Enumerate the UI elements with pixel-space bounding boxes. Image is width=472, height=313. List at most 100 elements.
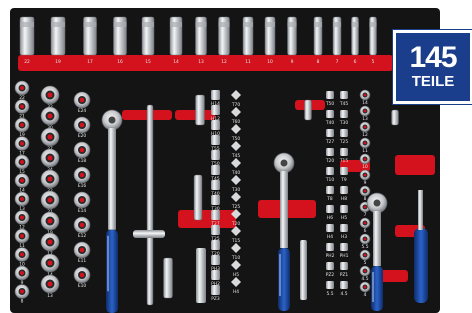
bit-size: PZ2 — [326, 272, 335, 278]
socket-marker — [20, 86, 24, 90]
bit-size: H5 — [341, 215, 347, 221]
holder — [175, 110, 215, 120]
socket-marker — [363, 237, 367, 241]
bit-size: T9 — [340, 177, 347, 183]
socket-size: E10 — [78, 283, 87, 289]
socket-marker — [47, 281, 53, 287]
deep-socket-ring — [287, 22, 297, 27]
bit-size: PZ1 — [340, 272, 349, 278]
small-socket-size: 5 — [364, 260, 367, 266]
deep-socket-size: 9 — [291, 59, 294, 65]
socket-size: 8 — [21, 299, 24, 305]
deep-socket-ring — [243, 22, 253, 27]
holder — [178, 210, 236, 228]
bit — [211, 240, 220, 250]
small-socket-size: 13 — [362, 116, 368, 122]
extension-bar — [193, 174, 203, 221]
socket-size: E11 — [78, 258, 87, 264]
socket-marker — [20, 197, 24, 201]
bit-size: T10 — [325, 177, 334, 183]
small-socket-size: 5.5 — [362, 244, 369, 250]
deep-socket-size: 7 — [336, 59, 339, 65]
bit — [326, 91, 334, 99]
ratchet-drive — [280, 159, 288, 167]
bit — [340, 167, 348, 175]
bit-size: H4 — [327, 234, 333, 240]
socket-marker — [363, 125, 367, 129]
socket-marker — [79, 197, 85, 203]
socket-marker — [79, 247, 85, 253]
bit-size: T45 — [231, 153, 240, 159]
bit — [326, 262, 334, 270]
socket-marker — [363, 221, 367, 225]
deep-socket-ring — [113, 22, 127, 27]
socket-marker — [363, 253, 367, 257]
extension-bar — [146, 104, 154, 306]
socket-marker — [363, 93, 367, 97]
socket-marker — [363, 189, 367, 193]
socket-marker — [20, 289, 24, 294]
bit — [326, 110, 334, 118]
bit-size: T40 — [231, 170, 240, 176]
bit — [340, 129, 348, 137]
screwdriver-shaft — [418, 190, 423, 230]
holder — [395, 155, 435, 175]
ratchet-drive — [373, 199, 381, 207]
deep-socket-ring — [218, 22, 230, 27]
bit — [340, 243, 348, 251]
bit-size: T50 — [325, 101, 334, 107]
bit — [340, 186, 348, 194]
piece-unit: TEILE — [411, 73, 455, 90]
bit — [211, 150, 220, 160]
bit-size: H3 — [341, 234, 347, 240]
bit — [326, 205, 334, 213]
bit-size: T70 — [231, 102, 240, 108]
bit-size: T30 — [339, 120, 348, 126]
handle-highlight — [372, 272, 374, 302]
extension-bar — [163, 257, 173, 299]
small-socket-size: 7 — [364, 212, 367, 218]
deep-socket-ring — [265, 22, 275, 27]
bit-size: T25 — [231, 204, 240, 210]
small-socket-size: 8 — [364, 196, 367, 202]
bit-size: PH1 — [340, 253, 349, 259]
socket-marker — [47, 155, 53, 161]
bit — [326, 148, 334, 156]
socket-marker — [47, 113, 53, 119]
socket-marker — [20, 234, 24, 238]
bit — [211, 165, 220, 175]
bit — [340, 91, 348, 99]
bit — [326, 167, 334, 175]
deep-socket-size: 13 — [198, 59, 204, 65]
bit-size: 5.5 — [327, 291, 334, 297]
socket-marker — [20, 141, 24, 146]
deep-socket-ring — [20, 22, 34, 27]
socket-marker — [363, 173, 367, 177]
deep-socket-ring — [170, 22, 182, 27]
bit — [211, 120, 220, 130]
socket-marker — [363, 269, 367, 273]
deep-socket-size: 16 — [117, 59, 123, 65]
bit-size: T15 — [339, 158, 348, 164]
bit-size: PH2 — [326, 253, 335, 259]
bit — [211, 90, 220, 100]
deep-socket-ring — [83, 22, 97, 27]
bit — [340, 262, 348, 270]
screwdriver-handle — [414, 228, 428, 303]
bit — [211, 255, 220, 265]
small-socket-size: 9 — [364, 180, 367, 186]
bit — [211, 210, 220, 220]
t-handle — [133, 230, 165, 238]
deep-socket-size: 11 — [245, 59, 251, 65]
socket-marker — [79, 222, 85, 228]
socket-marker — [47, 92, 53, 98]
deep-socket-size: 15 — [145, 59, 151, 65]
deep-socket-size: 14 — [173, 59, 179, 65]
extension-bar — [196, 248, 206, 303]
extension-bar — [304, 99, 312, 121]
bit-size: PZ3 — [211, 296, 220, 302]
bit-size: T27 — [325, 139, 334, 145]
socket-marker — [47, 176, 53, 182]
bit-size: T50 — [231, 136, 240, 142]
deep-socket-ring — [195, 22, 207, 27]
